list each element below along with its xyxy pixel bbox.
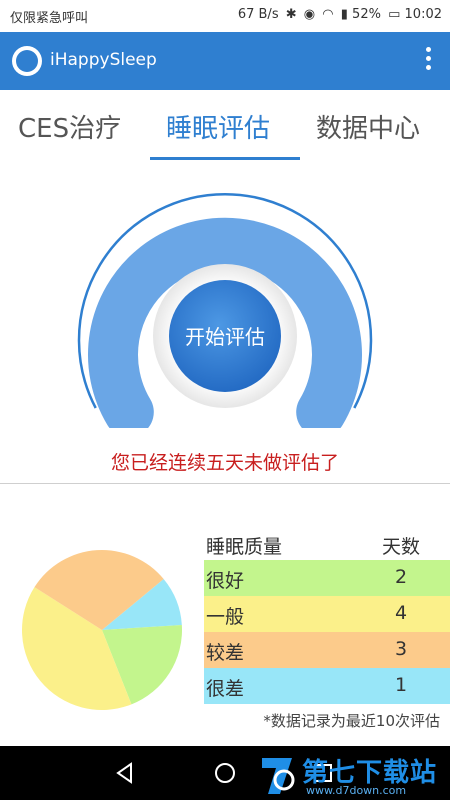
clock: 10:02 — [404, 7, 442, 22]
tab-ces-treatment[interactable]: CES治疗 — [18, 108, 121, 145]
start-assessment-label: 开始评估 — [185, 325, 265, 349]
overflow-menu-icon[interactable] — [424, 44, 432, 78]
watermark: 第七下载站 www.d7down.com — [258, 752, 450, 800]
app-logo-icon — [12, 46, 42, 76]
quality-label: 很好 — [206, 570, 245, 592]
active-tab-indicator — [150, 157, 300, 160]
tab-bar: CES治疗 睡眠评估 数据中心 — [0, 90, 450, 162]
watermark-url: www.d7down.com — [306, 784, 407, 797]
home-icon[interactable] — [208, 756, 242, 790]
quality-label: 一般 — [206, 606, 245, 628]
wifi-icon: ◠ — [322, 7, 334, 22]
table-row: 较差 3 — [204, 632, 450, 668]
status-bar: 仅限紧急呼叫 67 B/s ✱ ◉ ◠ ▮ 52% ▭ 10:02 — [0, 0, 450, 32]
header-quality: 睡眠质量 — [206, 536, 283, 558]
battery-percent: 52% — [352, 7, 381, 22]
back-icon[interactable] — [108, 756, 142, 790]
battery-icon: ▭ — [388, 7, 401, 22]
footnote: *数据记录为最近10次评估 — [263, 712, 440, 730]
tab-sleep-assessment[interactable]: 睡眠评估 — [166, 108, 270, 145]
start-assessment-button[interactable]: 开始评估 — [169, 280, 281, 392]
days-value: 1 — [394, 674, 408, 696]
table-row: 很差 1 — [204, 668, 450, 704]
table-row: 一般 4 — [204, 596, 450, 632]
table-row: 很好 2 — [204, 560, 450, 596]
net-speed: 67 B/s — [237, 7, 279, 22]
quality-label: 较差 — [206, 642, 245, 664]
bluetooth-icon: ✱ — [285, 7, 297, 22]
divider — [0, 483, 450, 484]
days-value: 2 — [394, 566, 408, 588]
watermark-logo-icon — [262, 758, 295, 794]
days-value: 4 — [394, 602, 408, 624]
tab-data-center[interactable]: 数据中心 — [316, 108, 420, 145]
days-value: 3 — [394, 638, 408, 660]
header-days: 天数 — [381, 536, 420, 558]
signal-icon: ▮ — [340, 7, 348, 22]
sleep-quality-pie-chart — [21, 550, 182, 710]
eye-icon: ◉ — [303, 7, 316, 22]
quality-label: 很差 — [206, 678, 245, 700]
app-title: iHappySleep — [50, 50, 157, 70]
reminder-text: 您已经连续五天未做评估了 — [110, 452, 339, 474]
app-bar: iHappySleep — [0, 32, 450, 90]
carrier-text: 仅限紧急呼叫 — [10, 11, 89, 26]
table-header: 睡眠质量 天数 — [204, 526, 450, 560]
sleep-quality-table: 睡眠质量 天数 很好 2 一般 4 较差 3 很差 1 — [204, 526, 450, 704]
assessment-gauge: 开始评估 — [77, 192, 373, 428]
